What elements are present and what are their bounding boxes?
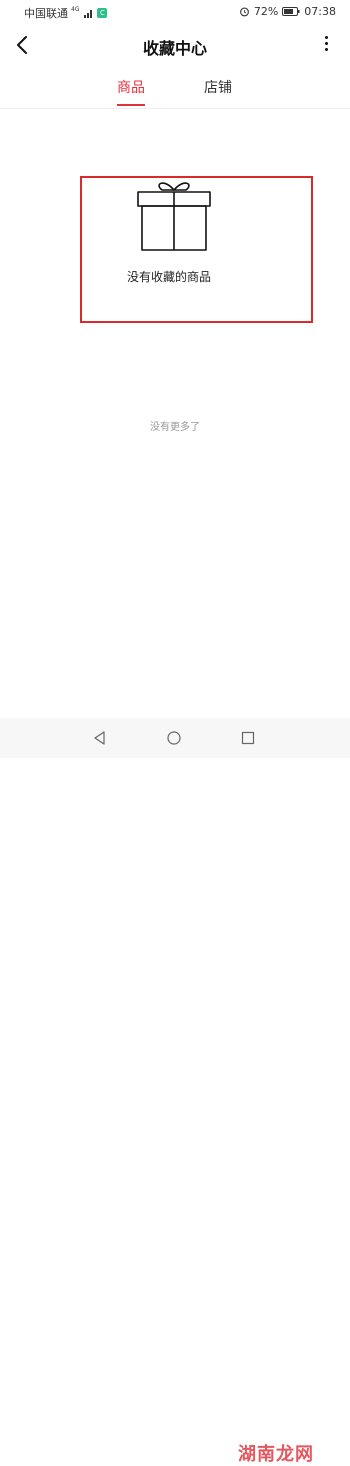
no-more-text: 没有更多了 xyxy=(150,422,200,433)
more-dot xyxy=(324,48,328,51)
nav-recent-icon[interactable] xyxy=(240,730,256,746)
carrier-label: 中国联通 xyxy=(24,7,68,20)
empty-state-text: 没有收藏的商品 xyxy=(127,270,212,284)
more-dot xyxy=(324,36,328,39)
more-dot xyxy=(324,42,328,45)
tab-products[interactable]: 商品 xyxy=(117,77,145,97)
watermark: 湖南龙网 xyxy=(238,1444,314,1465)
status-right: 72% 07:38 xyxy=(239,5,336,18)
clock-time: 07:38 xyxy=(304,5,336,18)
battery-percent: 72% xyxy=(253,5,279,18)
more-menu-button[interactable] xyxy=(322,36,330,54)
system-nav-bar: 湖南龙网 xyxy=(0,718,350,1465)
alarm-icon xyxy=(239,7,249,17)
status-left: 中国联通 4G C xyxy=(24,5,108,21)
page-title: 收藏中心 xyxy=(142,39,207,58)
nav-home-icon[interactable] xyxy=(166,730,182,746)
header: 收藏中心 xyxy=(0,24,350,66)
nav-back-icon[interactable] xyxy=(92,730,108,746)
active-tab-indicator xyxy=(117,104,145,106)
tab-shops[interactable]: 店铺 xyxy=(204,77,232,97)
tab-bar: 商品 店铺 xyxy=(0,66,350,109)
gift-box-icon xyxy=(137,182,211,251)
battery-icon xyxy=(282,7,300,16)
network-label: 4G xyxy=(71,6,80,13)
status-bar: 中国联通 4G C 72% 07:38 xyxy=(0,0,350,24)
app-badge-icon: C xyxy=(97,8,108,18)
signal-icon xyxy=(84,10,93,18)
